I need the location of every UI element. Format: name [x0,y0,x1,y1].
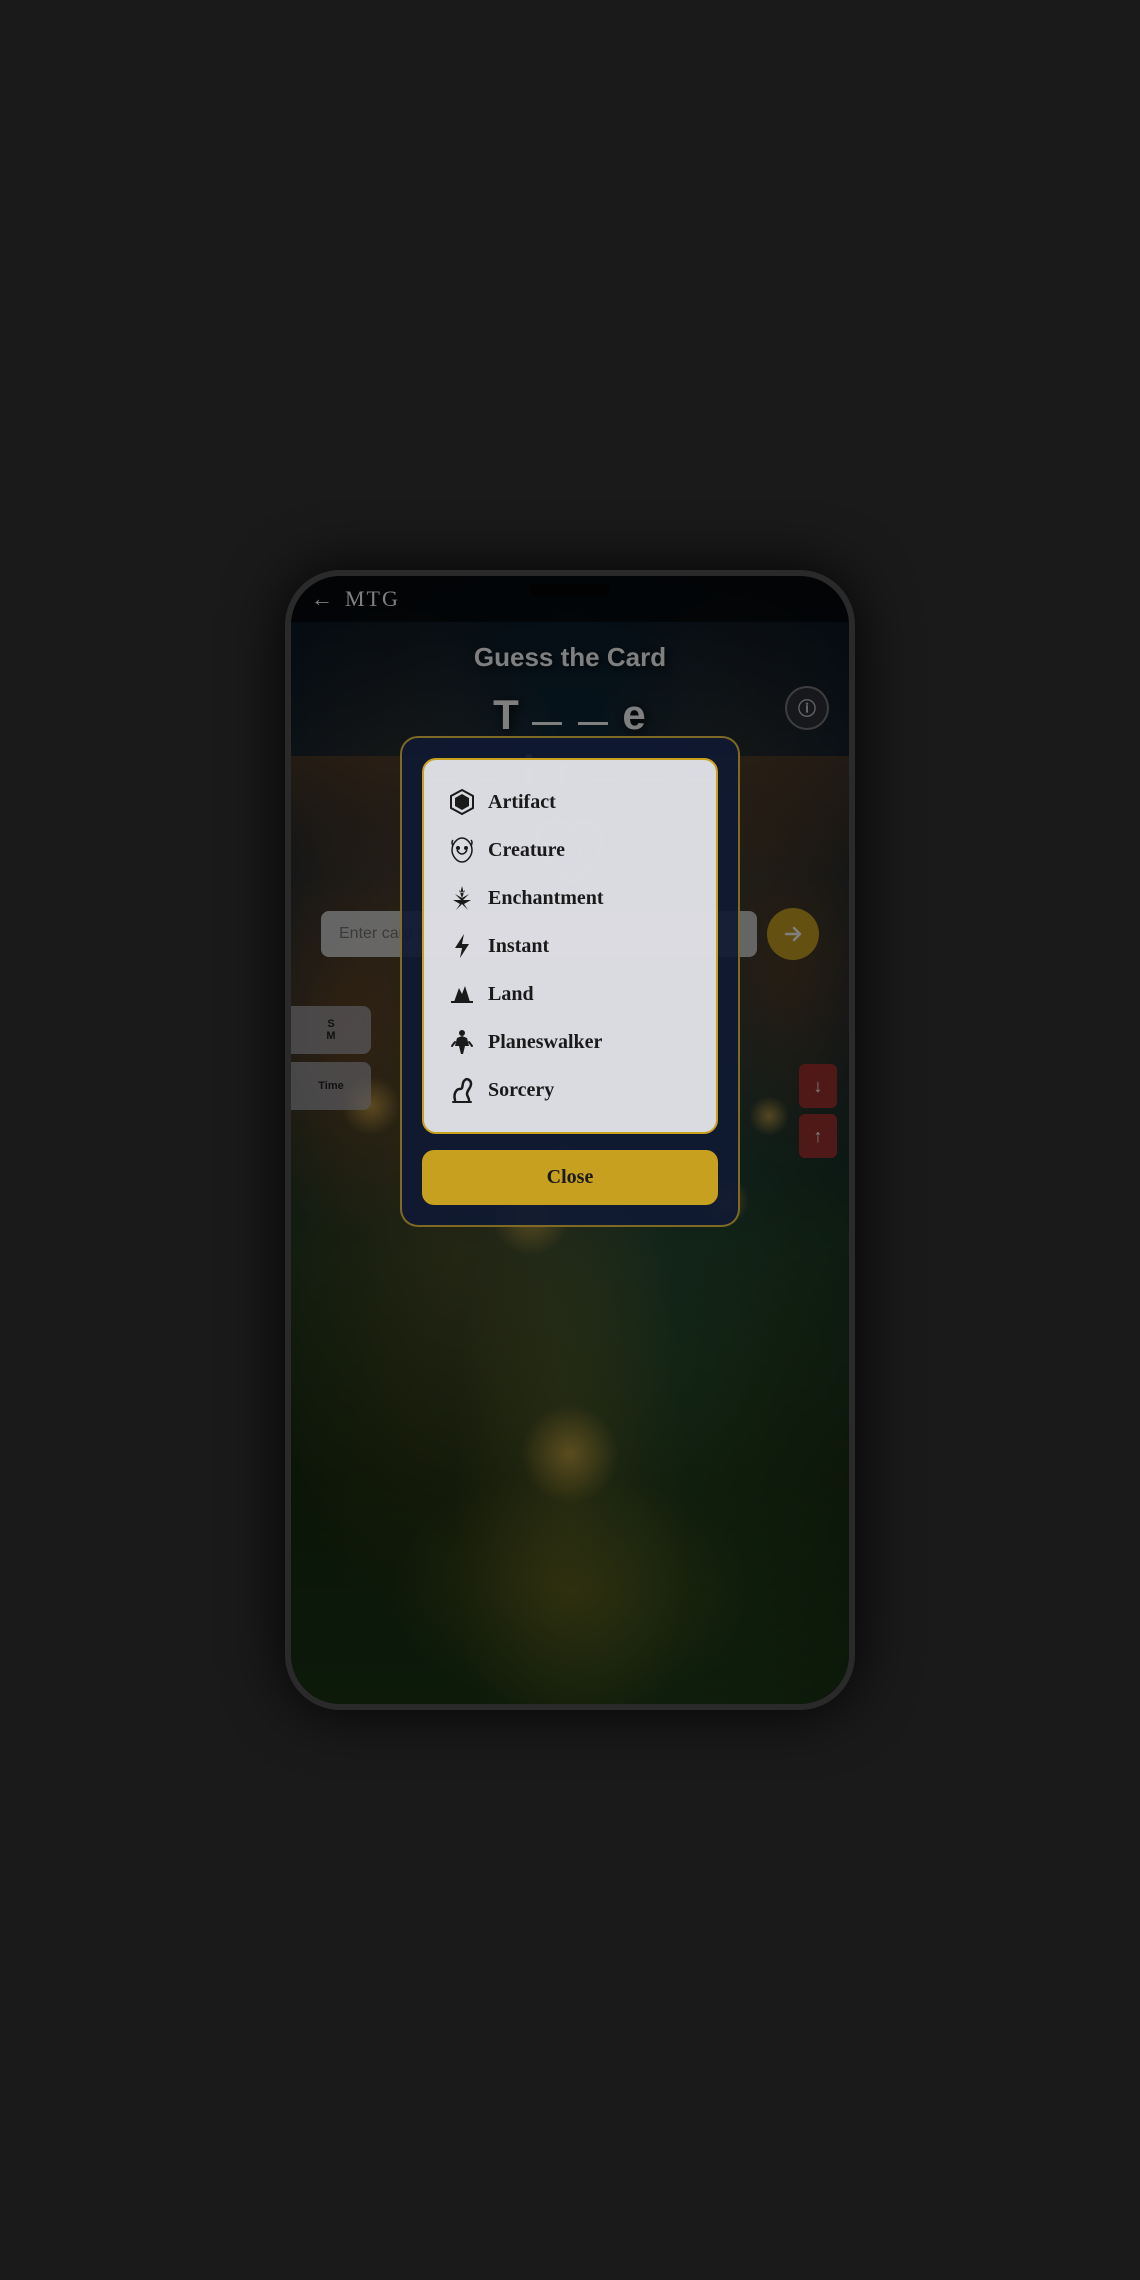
content-layer: ← MTG ⓘ Guess the Card T e [291,576,849,1704]
artifact-icon [448,788,476,816]
power-button[interactable] [849,896,853,966]
instant-label: Instant [488,935,549,958]
close-button[interactable]: Close [422,1150,718,1205]
enchantment-icon [448,884,476,912]
planeswalker-icon [448,1028,476,1056]
sorcery-icon [448,1076,476,1104]
creature-label: Creature [488,839,565,862]
modal-overlay: Artifact [291,576,849,1704]
phone-frame: ← MTG ⓘ Guess the Card T e [285,570,855,1710]
instant-icon [448,932,476,960]
type-item-land[interactable]: Land [440,970,700,1018]
land-icon [448,980,476,1008]
type-list: Artifact [422,758,718,1134]
type-item-enchantment[interactable]: Enchantment [440,874,700,922]
type-item-artifact[interactable]: Artifact [440,778,700,826]
artifact-label: Artifact [488,791,556,814]
modal-container: Artifact [400,736,740,1227]
creature-icon [448,836,476,864]
type-item-instant[interactable]: Instant [440,922,700,970]
land-label: Land [488,983,534,1006]
enchantment-label: Enchantment [488,887,604,910]
type-item-planeswalker[interactable]: Planeswalker [440,1018,700,1066]
type-item-creature[interactable]: Creature [440,826,700,874]
phone-screen: ← MTG ⓘ Guess the Card T e [291,576,849,1704]
sorcery-label: Sorcery [488,1079,554,1102]
planeswalker-label: Planeswalker [488,1031,602,1054]
type-item-sorcery[interactable]: Sorcery [440,1066,700,1114]
